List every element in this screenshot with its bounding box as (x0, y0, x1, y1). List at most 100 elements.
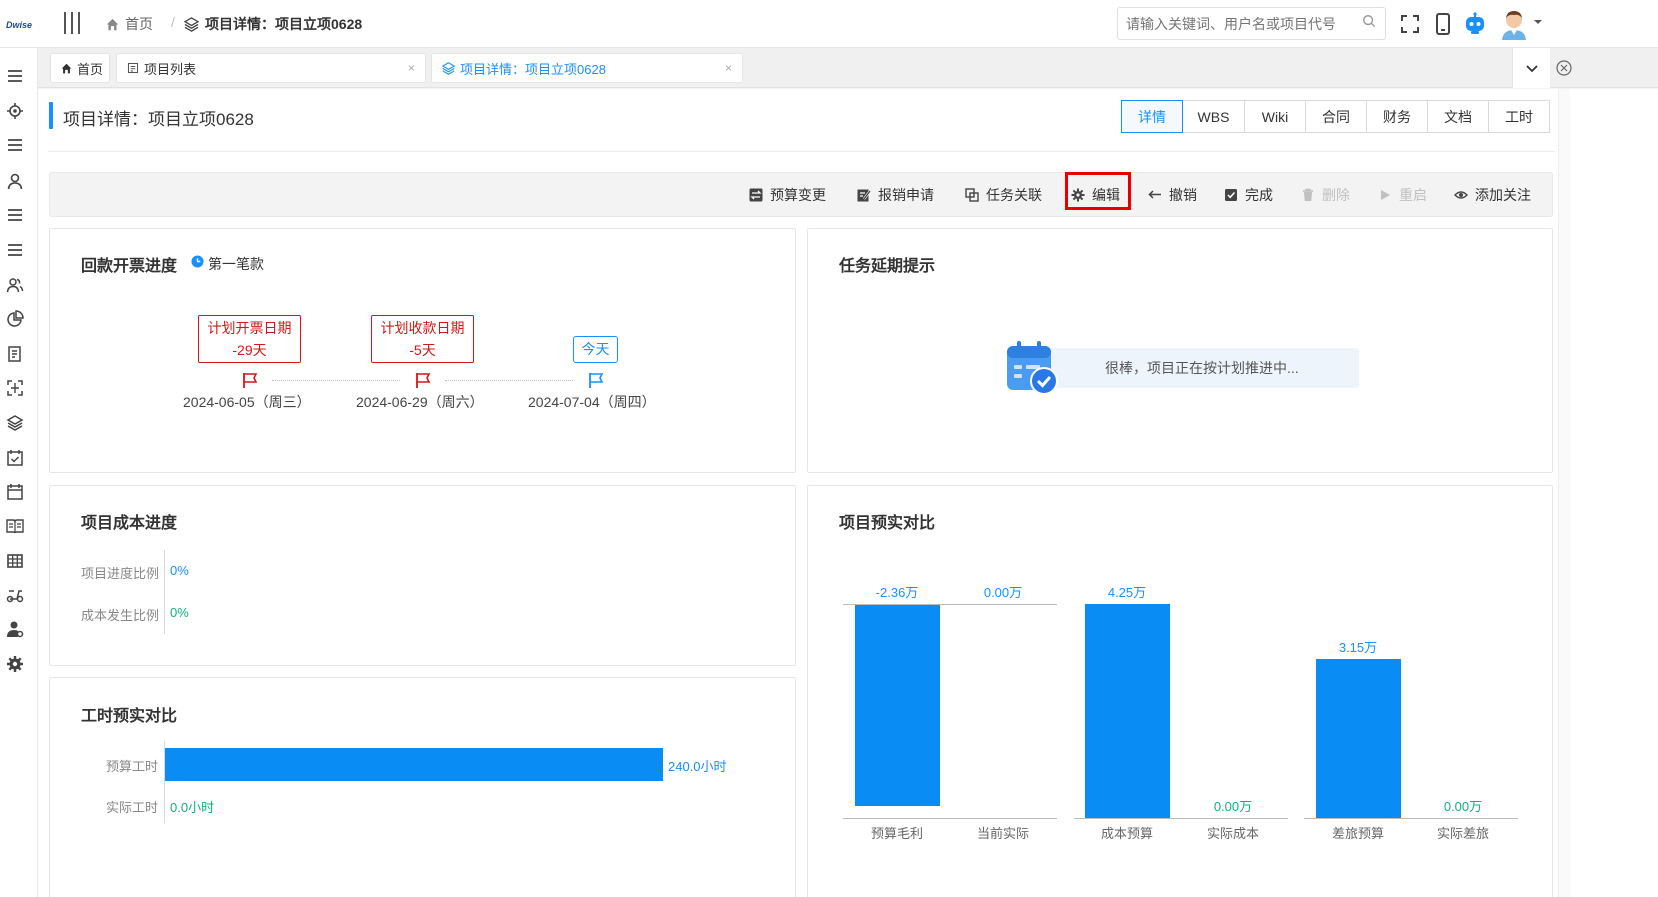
delay-card-title: 任务延期提示 (839, 258, 936, 275)
edit-form-icon (857, 189, 871, 202)
list-doc-icon (127, 62, 139, 74)
tab-project-detail[interactable]: 项目详情：项目立项0628 × (431, 53, 743, 83)
tab-wiki[interactable]: Wiki (1244, 100, 1306, 133)
close-all-tabs-icon[interactable] (1556, 60, 1572, 76)
layers-icon (442, 61, 455, 75)
sidebar-user-icon[interactable] (6, 172, 24, 190)
breadcrumb-separator: / (171, 14, 175, 30)
red-flag-icon (416, 373, 431, 388)
sidebar-user-settings-icon[interactable] (6, 620, 24, 638)
sidebar-layers-icon[interactable] (6, 414, 24, 432)
home-icon (106, 18, 119, 30)
payment-card-title: 回款开票进度 (81, 258, 178, 275)
sidebar-settings-icon[interactable] (6, 655, 24, 673)
sidebar-target-icon[interactable] (6, 102, 24, 120)
tab-wbs[interactable]: WBS (1182, 100, 1245, 133)
hours-category-label: 预算工时 (106, 759, 159, 774)
sidebar-list-icon[interactable] (6, 67, 24, 85)
bar-value-label: 3.15万 (1338, 640, 1378, 656)
bar-category-label: 预算毛利 (870, 826, 923, 841)
exchange-icon (749, 188, 763, 202)
chevron-down-icon (1525, 65, 1538, 73)
layers-icon (184, 16, 199, 32)
chevron-down-icon[interactable] (1532, 16, 1544, 28)
restart-button[interactable]: 重启 (1378, 185, 1427, 205)
follow-button[interactable]: 添加关注 (1454, 185, 1531, 205)
reimburse-button[interactable]: 报销申请 (857, 185, 934, 205)
cost-ratio-value: 0% (170, 605, 189, 620)
close-icon[interactable]: × (725, 61, 732, 75)
hours-category-label: 实际工时 (106, 800, 159, 815)
tab-project-list[interactable]: 项目列表 × (116, 53, 426, 83)
bar-value-label: -2.36万 (875, 585, 919, 600)
tab-contract[interactable]: 合同 (1305, 100, 1367, 133)
milestone-plan-invoice: 计划开票日期 -29天 (198, 315, 301, 363)
red-flag-icon (243, 373, 258, 388)
milestone-today: 今天 (573, 336, 618, 363)
budget-bar (1084, 603, 1170, 818)
sidebar-scan-icon[interactable] (6, 379, 24, 397)
tab-work-hours[interactable]: 工时 (1488, 100, 1550, 133)
bar-category-label: 当前实际 (976, 826, 1029, 841)
actual-hours-value: 0.0小时 (170, 800, 215, 815)
robot-assistant-icon[interactable] (1463, 12, 1487, 36)
bar-value-label: 4.25万 (1107, 584, 1147, 600)
chart-baseline (1074, 818, 1288, 819)
sidebar-book-icon[interactable] (6, 517, 24, 535)
tab-dropdown-button[interactable] (1512, 48, 1550, 88)
complete-button[interactable]: 完成 (1224, 185, 1273, 205)
cost-ratio-label: 成本发生比例 (81, 608, 160, 623)
search-icon[interactable] (1362, 14, 1376, 28)
mobile-icon[interactable] (1431, 12, 1455, 36)
delay-message: 很棒，项目正在按计划推进中... (1047, 348, 1359, 388)
close-icon[interactable]: × (408, 61, 415, 75)
sidebar-menu-icon-2[interactable] (6, 206, 24, 224)
timeline-connector (445, 380, 573, 381)
search-input[interactable] (1117, 7, 1386, 40)
axis-line (164, 550, 165, 634)
delete-button[interactable]: 删除 (1301, 185, 1350, 205)
sidebar-scooter-icon[interactable] (6, 586, 24, 604)
fullscreen-icon[interactable] (1398, 12, 1422, 36)
edit-button-highlight (1065, 172, 1131, 210)
sidebar-pie-chart-icon[interactable] (6, 310, 24, 328)
budget-change-button[interactable]: 预算变更 (749, 185, 826, 205)
scrollbar[interactable] (1558, 89, 1570, 897)
tab-documents[interactable]: 文档 (1427, 100, 1489, 133)
bar-value-label: 0.00万 (1213, 799, 1253, 814)
bar-value-label: 0.00万 (983, 585, 1023, 600)
breadcrumb-home[interactable]: 首页 (106, 14, 153, 34)
checkbox-icon (1225, 189, 1237, 201)
sidebar (0, 48, 38, 897)
budget-bar (854, 604, 940, 806)
payment-tag: 第一笔款 (208, 256, 264, 272)
logo: Dwise (5, 20, 32, 30)
sidebar-table-icon[interactable] (6, 552, 24, 570)
bar-category-label: 差旅预算 (1331, 826, 1384, 841)
task-link-button[interactable]: 任务关联 (965, 185, 1042, 205)
eye-icon (1454, 191, 1468, 199)
menu-toggle-icon[interactable] (64, 12, 80, 36)
tab-finance[interactable]: 财务 (1366, 100, 1428, 133)
cost-card-title: 项目成本进度 (81, 515, 178, 532)
progress-ratio-value: 0% (170, 563, 189, 578)
revoke-button[interactable]: 撤销 (1148, 185, 1197, 205)
tab-home[interactable]: 首页 (50, 53, 110, 83)
undo-icon (1148, 190, 1161, 199)
bar-category-label: 实际差旅 (1436, 826, 1489, 841)
sidebar-menu-icon-3[interactable] (6, 241, 24, 259)
sidebar-task-icon[interactable] (6, 449, 24, 467)
milestone-date: 2024-07-04（周四） (528, 394, 656, 410)
budget-card-title: 项目预实对比 (839, 515, 936, 532)
bar-category-label: 成本预算 (1100, 826, 1153, 841)
title-accent-bar (49, 102, 53, 129)
sidebar-calendar-icon[interactable] (6, 483, 24, 501)
sidebar-menu-icon[interactable] (6, 136, 24, 154)
user-avatar[interactable] (1499, 8, 1529, 40)
chart-baseline (843, 818, 1057, 819)
sidebar-report-icon[interactable] (6, 345, 24, 363)
budget-bar (1315, 659, 1401, 818)
milestone-plan-receipt: 计划收款日期 -5天 (371, 315, 474, 363)
sidebar-team-icon[interactable] (6, 276, 24, 294)
tab-details[interactable]: 详情 (1121, 100, 1183, 133)
